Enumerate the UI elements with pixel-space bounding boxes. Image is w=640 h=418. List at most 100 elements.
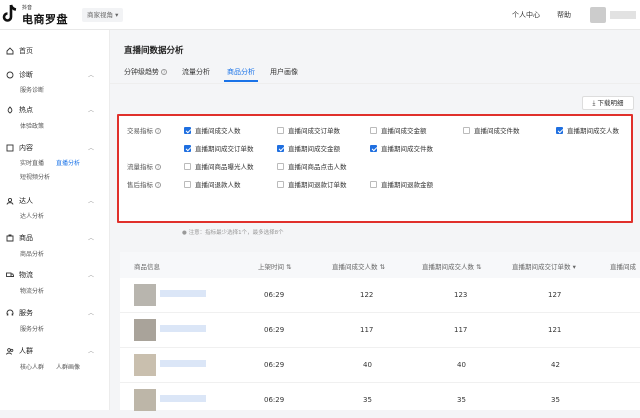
sidebar-section-diagnosis[interactable]: 诊断 — [6, 70, 33, 80]
checkbox-box[interactable] — [184, 180, 191, 188]
metric-checkbox[interactable]: 直播期间成交人数 — [556, 125, 619, 135]
chevron-up-icon[interactable]: ︿ — [88, 196, 94, 205]
download-icon: ⤓ — [592, 99, 596, 107]
product-thumbnail[interactable] — [134, 354, 156, 376]
checkbox-box[interactable] — [277, 144, 284, 152]
chevron-up-icon[interactable]: ︿ — [88, 233, 94, 242]
metric-checkbox[interactable]: 直播间商品曝光人数 — [184, 161, 254, 171]
checkbox-box[interactable] — [277, 162, 284, 170]
product-name-blurred[interactable] — [160, 290, 206, 297]
sidebar-item-experience-policy[interactable]: 体验政策 — [20, 121, 44, 130]
sidebar-item-product-analysis[interactable]: 商品分析 — [20, 249, 44, 258]
tab-product-analysis[interactable]: 商品分析 — [227, 67, 255, 77]
chevron-up-icon[interactable]: ︿ — [88, 105, 94, 114]
sidebar-item-service-diagnosis[interactable]: 服务诊断 — [20, 85, 44, 94]
sort-icon: ⇅ — [379, 263, 386, 271]
home-icon — [6, 47, 14, 55]
sidebar-item-crowd-portrait[interactable]: 人群画像 — [56, 362, 80, 371]
product-name-blurred[interactable] — [160, 395, 206, 402]
table-row[interactable]: 06:29 35 35 35 — [120, 383, 640, 418]
help-link[interactable]: 帮助 — [557, 10, 571, 20]
column-header-period-buyers[interactable]: 直播期间成交人数 ⇅ — [422, 261, 482, 271]
metric-checkbox[interactable]: 直播间成交订单数 — [277, 125, 340, 135]
help-icon[interactable]: ? — [155, 164, 161, 170]
table-row[interactable]: 06:29 40 40 42 — [120, 348, 640, 383]
column-header-listing-time[interactable]: 上架时间 ⇅ — [258, 261, 292, 271]
avatar[interactable] — [590, 7, 606, 23]
sidebar-item-logistics-analysis[interactable]: 物流分析 — [20, 286, 44, 295]
chevron-up-icon[interactable]: ︿ — [88, 346, 94, 355]
help-icon[interactable]: ? — [155, 182, 161, 188]
sidebar-item-home[interactable]: 首页 — [6, 46, 33, 56]
checkbox-box[interactable] — [556, 126, 563, 134]
product-name-blurred[interactable] — [160, 325, 206, 332]
checkbox-box[interactable] — [184, 126, 191, 134]
service-icon — [6, 309, 14, 316]
sidebar-section-product[interactable]: 商品 — [6, 233, 33, 243]
sidebar-section-label: 人群 — [19, 347, 33, 355]
personal-center-link[interactable]: 个人中心 — [512, 10, 540, 20]
main-content: 直播间数据分析 分钟级趋势? 流量分析 商品分析 用户画像 ⤓ 下载明细 交易指… — [110, 30, 640, 411]
sidebar-section-content[interactable]: 内容 — [6, 143, 33, 153]
chevron-down-icon: ▾ — [115, 11, 119, 19]
cell-time: 06:29 — [264, 326, 285, 334]
chevron-up-icon[interactable]: ︿ — [88, 270, 94, 279]
product-name-blurred[interactable] — [160, 360, 206, 367]
tab-traffic-analysis[interactable]: 流量分析 — [182, 67, 210, 77]
tab-minute-trend[interactable]: 分钟级趋势? — [124, 67, 167, 77]
chevron-up-icon[interactable]: ︿ — [88, 143, 94, 152]
table-row[interactable]: 06:29 117 117 121 — [120, 313, 640, 348]
checkbox-box[interactable] — [184, 144, 191, 152]
sidebar-section-influencer[interactable]: 达人 — [6, 196, 33, 206]
checkbox-box[interactable] — [277, 126, 284, 134]
cell-period-buyers: 35 — [457, 396, 466, 404]
product-thumbnail[interactable] — [134, 389, 156, 411]
metric-checkbox[interactable]: 直播期间成交件数 — [370, 143, 433, 153]
merchant-view-select[interactable]: 商家视角 ▾ — [82, 8, 124, 22]
sidebar-item-live-realtime[interactable]: 实时直播 — [20, 158, 44, 167]
sidebar-section-logistics[interactable]: 物流 — [6, 270, 33, 280]
tab-user-portrait[interactable]: 用户画像 — [270, 67, 298, 77]
sidebar-section-service[interactable]: 服务 — [6, 308, 33, 318]
metric-checkbox[interactable]: 直播间成交人数 — [184, 125, 241, 135]
checkbox-box[interactable] — [463, 126, 470, 134]
metric-checkbox[interactable]: 直播期间成交金额 — [277, 143, 340, 153]
column-header-live-buyers[interactable]: 直播间成交人数 ⇅ — [332, 261, 385, 271]
sidebar-item-short-video-analysis[interactable]: 短视频分析 — [20, 172, 50, 181]
product-thumbnail[interactable] — [134, 319, 156, 341]
column-header-period-orders[interactable]: 直播期间成交订单数 ▾ — [512, 261, 576, 271]
cell-time: 06:29 — [264, 291, 285, 299]
chevron-up-icon[interactable]: ︿ — [88, 70, 94, 79]
metric-checkbox[interactable]: 直播间成交金额 — [370, 125, 427, 135]
chevron-up-icon[interactable]: ︿ — [88, 308, 94, 317]
checkbox-box[interactable] — [184, 162, 191, 170]
product-table: 商品信息 上架时间 ⇅ 直播间成交人数 ⇅ 直播期间成交人数 ⇅ 直播期间成交订… — [120, 252, 640, 411]
help-icon[interactable]: ? — [161, 69, 167, 75]
checkbox-box[interactable] — [370, 144, 377, 152]
sidebar-item-core-crowd[interactable]: 核心人群 — [20, 362, 44, 371]
checkbox-box[interactable] — [370, 180, 377, 188]
metric-checkbox[interactable]: 直播期间退款金额 — [370, 179, 433, 189]
product-thumbnail[interactable] — [134, 284, 156, 306]
diagnosis-icon — [6, 71, 14, 79]
douyin-logo-icon — [2, 4, 17, 22]
sidebar-item-influencer-analysis[interactable]: 达人分析 — [20, 211, 44, 220]
sidebar-item-live-analysis[interactable]: 直播分析 — [56, 158, 80, 167]
selection-note: ● 注意：指标最少选择1个，最多选择8个 — [182, 230, 284, 236]
metric-checkbox[interactable]: 直播间商品点击人数 — [277, 161, 347, 171]
checkbox-box[interactable] — [370, 126, 377, 134]
download-details-button[interactable]: ⤓ 下载明细 — [582, 96, 634, 110]
table-row[interactable]: 06:29 122 123 127 — [120, 278, 640, 313]
sidebar-section-crowd[interactable]: 人群 — [6, 346, 33, 356]
sidebar-section-hotspot[interactable]: 热点 — [6, 105, 33, 115]
metric-checkbox[interactable]: 直播间退款人数 — [184, 179, 241, 189]
help-icon[interactable]: ? — [155, 128, 161, 134]
sidebar-section-label: 达人 — [19, 197, 33, 205]
metric-checkbox[interactable]: 直播期间退款订单数 — [277, 179, 347, 189]
metric-checkbox[interactable]: 直播期间成交订单数 — [184, 143, 254, 153]
cell-period-orders: 121 — [548, 326, 562, 334]
checkbox-box[interactable] — [277, 180, 284, 188]
metric-checkbox[interactable]: 直播间成交件数 — [463, 125, 520, 135]
sidebar-item-service-analysis[interactable]: 服务分析 — [20, 324, 44, 333]
cell-live-buyers: 117 — [360, 326, 374, 334]
